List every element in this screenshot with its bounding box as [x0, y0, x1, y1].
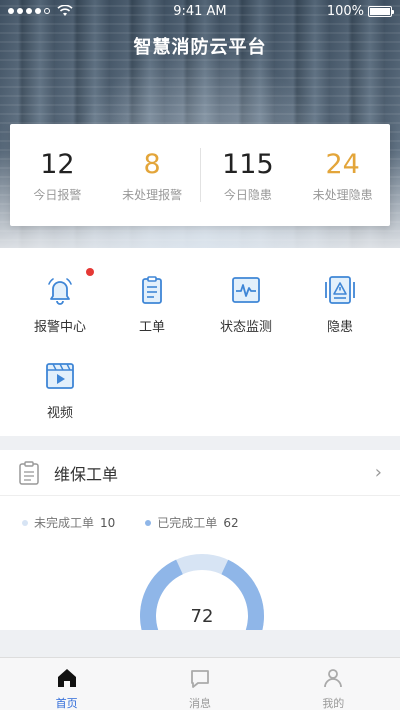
stat-label: 今日隐患	[223, 187, 272, 202]
legend-value: 62	[223, 515, 239, 530]
maintenance-title: 维保工单	[54, 464, 119, 484]
page-title: 智慧消防云平台	[133, 37, 267, 58]
status-time: 9:41 AM	[173, 3, 227, 19]
legend-label: 已完成工单	[157, 516, 218, 530]
notification-badge	[86, 268, 94, 276]
stat-unhandled-alarms[interactable]: 8 未处理报警	[105, 148, 200, 203]
stat-today-alarms[interactable]: 12 今日报警	[10, 148, 105, 203]
legend-dot	[22, 519, 28, 526]
stat-label: 未处理隐患	[312, 187, 373, 202]
stat-label: 今日报警	[33, 187, 82, 202]
stat-value: 8	[143, 148, 161, 180]
func-status-monitor[interactable]: 状态监测	[196, 274, 296, 335]
user-icon	[324, 669, 343, 688]
home-icon	[57, 669, 76, 687]
battery-icon	[367, 5, 394, 17]
stat-unhandled-hazards[interactable]: 24 未处理隐患	[295, 148, 390, 203]
clipboard-icon	[136, 274, 168, 306]
func-label: 隐患	[326, 320, 353, 335]
video-icon	[44, 360, 76, 392]
func-hazards[interactable]: 隐患	[290, 274, 390, 335]
legend-item-complete: 已完成工单 62	[145, 514, 239, 531]
battery-percent: 100%	[326, 3, 364, 19]
signal-indicator	[8, 5, 73, 17]
tab-profile[interactable]: 我的	[267, 658, 400, 710]
clipboard-icon	[19, 460, 39, 485]
stats-card: 12 今日报警 8 未处理报警 115 今日隐患 24 未处理隐患	[10, 124, 390, 226]
wifi-icon	[57, 5, 73, 16]
chart-legend: 未完成工单 10 已完成工单 62	[0, 496, 400, 531]
stat-today-hazards[interactable]: 115 今日隐患	[201, 148, 296, 203]
stat-value: 12	[40, 148, 75, 180]
chevron-right-icon[interactable]: ›	[375, 462, 382, 483]
stat-value: 24	[325, 148, 360, 180]
tab-label: 消息	[188, 697, 211, 710]
func-label: 视频	[46, 406, 73, 421]
stat-label: 未处理报警	[122, 187, 183, 202]
donut-total: 72	[190, 606, 214, 627]
tab-label: 首页	[55, 697, 78, 710]
function-grid: 报警中心 工单 状态监测 隐患 视频	[0, 248, 400, 436]
legend-label: 未完成工单	[34, 516, 95, 530]
legend-item-incomplete: 未完成工单 10	[22, 514, 115, 531]
func-alarm-center[interactable]: 报警中心	[10, 268, 110, 335]
func-label: 报警中心	[33, 320, 86, 335]
func-work-order[interactable]: 工单	[102, 274, 202, 335]
bottom-tab-bar: 首页 消息 我的	[0, 657, 400, 710]
monitor-pulse-icon	[230, 274, 262, 306]
func-label: 状态监测	[219, 320, 272, 335]
battery-indicator: 100%	[326, 3, 394, 19]
tab-home[interactable]: 首页	[0, 658, 133, 710]
maintenance-card: 维保工单 › 未完成工单 10 已完成工单 62 72	[0, 450, 400, 630]
legend-dot	[145, 519, 152, 526]
message-icon	[191, 670, 209, 688]
legend-value: 10	[100, 515, 116, 530]
alarm-bell-icon	[44, 268, 94, 306]
func-video[interactable]: 视频	[10, 360, 110, 421]
warning-panel-icon	[324, 274, 356, 306]
tab-label: 我的	[322, 697, 345, 710]
func-label: 工单	[138, 320, 165, 335]
donut-chart: 72	[140, 554, 270, 630]
stat-value: 115	[222, 148, 274, 180]
status-bar: 9:41 AM 100%	[0, 0, 400, 22]
maintenance-header[interactable]: 维保工单 ›	[0, 450, 400, 496]
tab-messages[interactable]: 消息	[133, 658, 266, 710]
